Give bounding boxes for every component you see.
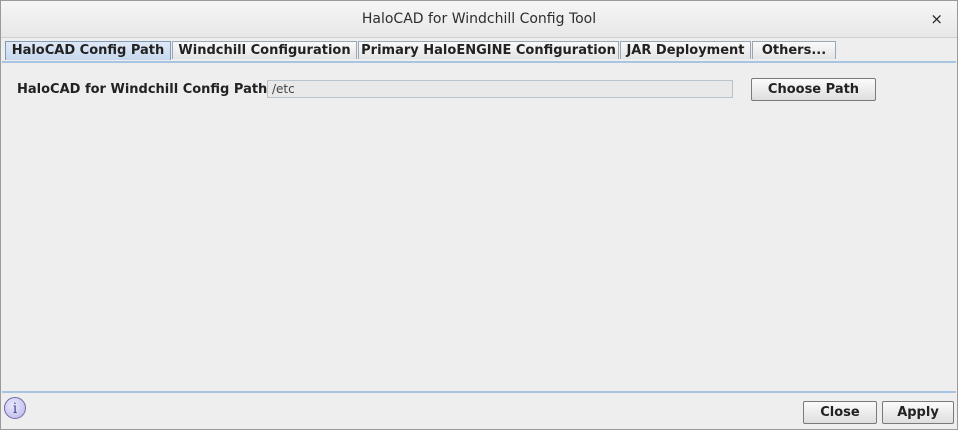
info-icon[interactable]: i — [4, 397, 26, 419]
tab-others[interactable]: Others... — [752, 41, 836, 59]
close-icon[interactable]: × — [930, 10, 943, 28]
choose-path-button[interactable]: Choose Path — [751, 78, 876, 101]
apply-button[interactable]: Apply — [882, 401, 954, 424]
config-path-input[interactable] — [267, 80, 733, 98]
tab-panel-config-path: HaloCAD for Windchill Config Path Choose… — [2, 61, 956, 393]
tab-primary-haloengine-configuration[interactable]: Primary HaloENGINE Configuration — [358, 41, 619, 59]
config-path-label: HaloCAD for Windchill Config Path — [17, 82, 268, 97]
tab-jar-deployment[interactable]: JAR Deployment — [620, 41, 751, 59]
footer-separator — [2, 391, 956, 393]
title-bar: HaloCAD for Windchill Config Tool × — [1, 1, 957, 38]
app-window: HaloCAD for Windchill Config Tool × Halo… — [0, 0, 958, 430]
close-button[interactable]: Close — [803, 401, 877, 424]
tab-windchill-configuration[interactable]: Windchill Configuration — [172, 41, 357, 59]
window-title: HaloCAD for Windchill Config Tool — [361, 11, 597, 27]
tab-halocad-config-path[interactable]: HaloCAD Config Path — [5, 41, 171, 60]
